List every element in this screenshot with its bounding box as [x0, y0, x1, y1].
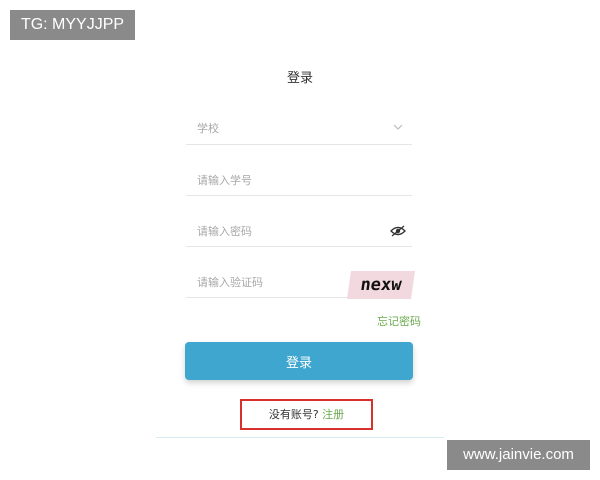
chevron-down-icon — [393, 124, 403, 130]
password-field[interactable] — [186, 216, 412, 247]
password-input[interactable] — [186, 216, 412, 246]
divider — [156, 437, 444, 438]
watermark-top-left: TG: MYYJJPP — [10, 10, 135, 40]
register-link[interactable]: 注册 — [322, 408, 344, 421]
page-title: 登录 — [286, 71, 313, 86]
school-select-placeholder: 学校 — [197, 122, 219, 135]
forgot-password-link[interactable]: 忘记密码 — [377, 313, 421, 329]
register-prompt-box: 没有账号? 注册 — [240, 399, 373, 430]
student-id-field[interactable] — [186, 165, 412, 196]
school-select[interactable]: 学校 — [186, 114, 412, 145]
watermark-bottom-right: www.jainvie.com — [447, 440, 590, 470]
student-id-input[interactable] — [186, 165, 412, 195]
login-button[interactable]: 登录 — [185, 342, 413, 380]
captcha-field[interactable] — [186, 267, 349, 298]
captcha-image[interactable]: nexw — [347, 271, 415, 299]
captcha-input[interactable] — [186, 267, 349, 297]
eye-icon[interactable] — [390, 225, 406, 237]
register-prompt-text: 没有账号? — [268, 408, 319, 421]
